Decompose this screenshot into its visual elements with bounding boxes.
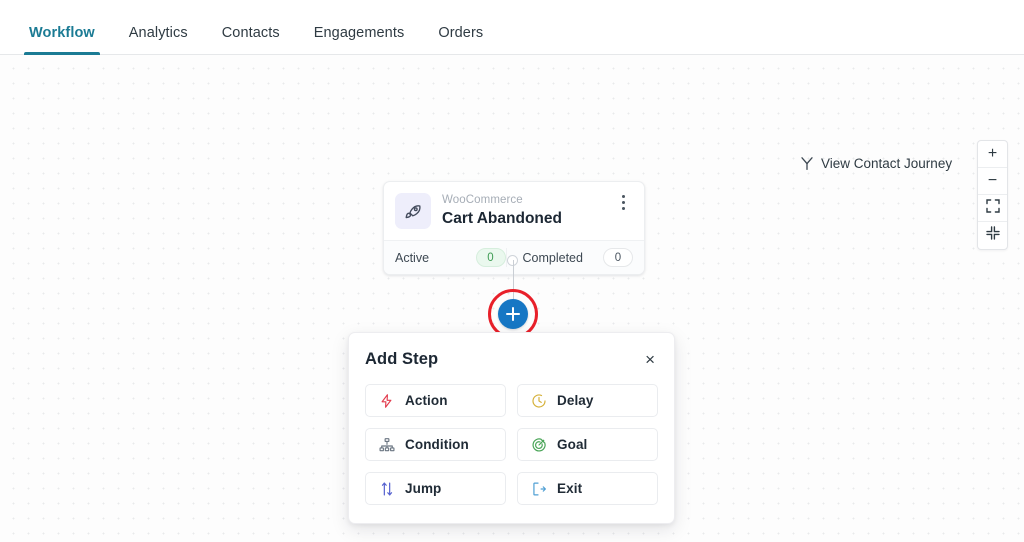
- add-step-option-exit[interactable]: Exit: [517, 472, 658, 505]
- add-step-option-goal-label: Goal: [557, 437, 588, 452]
- workflow-builder-screen: Workflow Analytics Contacts Engagements …: [0, 0, 1024, 542]
- add-step-options-grid: Action Delay Condition Goal Jump Exit: [365, 384, 658, 505]
- trigger-title: Cart Abandoned: [442, 209, 562, 227]
- stat-completed: Completed 0: [505, 248, 633, 267]
- view-contact-journey-button[interactable]: View Contact Journey: [800, 156, 952, 171]
- stat-active-label: Active: [395, 250, 430, 265]
- jump-arrows-icon: [378, 480, 395, 497]
- clock-icon: [530, 392, 547, 409]
- hierarchy-icon: [378, 436, 395, 453]
- add-step-option-action[interactable]: Action: [365, 384, 506, 417]
- minus-icon: −: [987, 172, 998, 189]
- add-step-panel: Add Step × Action Delay Condition Goal J…: [348, 332, 675, 524]
- add-step-option-exit-label: Exit: [557, 481, 583, 496]
- add-step-option-jump[interactable]: Jump: [365, 472, 506, 505]
- more-vertical-icon[interactable]: [614, 195, 632, 218]
- add-step-option-condition-label: Condition: [405, 437, 469, 452]
- stat-active-value: 0: [475, 248, 506, 267]
- add-step-option-action-label: Action: [405, 393, 448, 408]
- add-step-panel-header: Add Step ×: [365, 349, 658, 370]
- view-contact-journey-label: View Contact Journey: [821, 156, 953, 171]
- tab-contacts-label: Contacts: [221, 25, 280, 41]
- collapse-view-button[interactable]: [978, 222, 1007, 249]
- target-icon: [530, 436, 547, 453]
- trigger-source-label: WooCommerce: [442, 194, 523, 207]
- workflow-canvas[interactable]: View Contact Journey + − WooCommerce Car…: [0, 55, 1024, 542]
- fit-to-screen-button[interactable]: [978, 195, 1007, 222]
- tab-orders-label: Orders: [438, 25, 484, 41]
- rocket-icon: [395, 193, 431, 229]
- collapse-arrows-icon: [985, 226, 1000, 245]
- tab-engagements[interactable]: Engagements: [297, 25, 422, 54]
- add-step-option-delay[interactable]: Delay: [517, 384, 658, 417]
- plus-icon: +: [987, 145, 998, 162]
- tab-workflow[interactable]: Workflow: [12, 25, 112, 55]
- stat-completed-value: 0: [603, 248, 633, 267]
- add-step-title: Add Step: [365, 350, 439, 368]
- stat-completed-label: Completed: [522, 250, 583, 265]
- connector-line: [513, 260, 514, 304]
- tab-orders[interactable]: Orders: [421, 25, 500, 54]
- expand-corners-icon: [985, 198, 1000, 218]
- trigger-node-header: WooCommerce Cart Abandoned: [384, 182, 644, 240]
- tab-analytics[interactable]: Analytics: [112, 25, 205, 54]
- trigger-node-text: WooCommerce Cart Abandoned: [442, 193, 603, 229]
- branch-fork-icon: [800, 156, 814, 171]
- add-step-option-jump-label: Jump: [405, 481, 442, 496]
- tab-analytics-label: Analytics: [128, 25, 188, 41]
- tab-contacts[interactable]: Contacts: [205, 25, 297, 54]
- zoom-out-button[interactable]: −: [978, 168, 1007, 195]
- zoom-control-panel: + −: [977, 140, 1008, 250]
- close-icon[interactable]: ×: [642, 349, 658, 370]
- lightning-bolt-icon: [378, 392, 395, 409]
- add-step-option-goal[interactable]: Goal: [517, 428, 658, 461]
- add-step-node-button[interactable]: [498, 299, 528, 329]
- add-step-option-condition[interactable]: Condition: [365, 428, 506, 461]
- tab-engagements-label: Engagements: [313, 25, 405, 41]
- exit-door-icon: [530, 480, 547, 497]
- add-step-option-delay-label: Delay: [557, 393, 594, 408]
- main-tab-bar: Workflow Analytics Contacts Engagements …: [0, 0, 1024, 55]
- zoom-in-button[interactable]: +: [978, 141, 1007, 168]
- stat-active: Active 0: [395, 248, 506, 267]
- tab-workflow-label: Workflow: [29, 25, 95, 41]
